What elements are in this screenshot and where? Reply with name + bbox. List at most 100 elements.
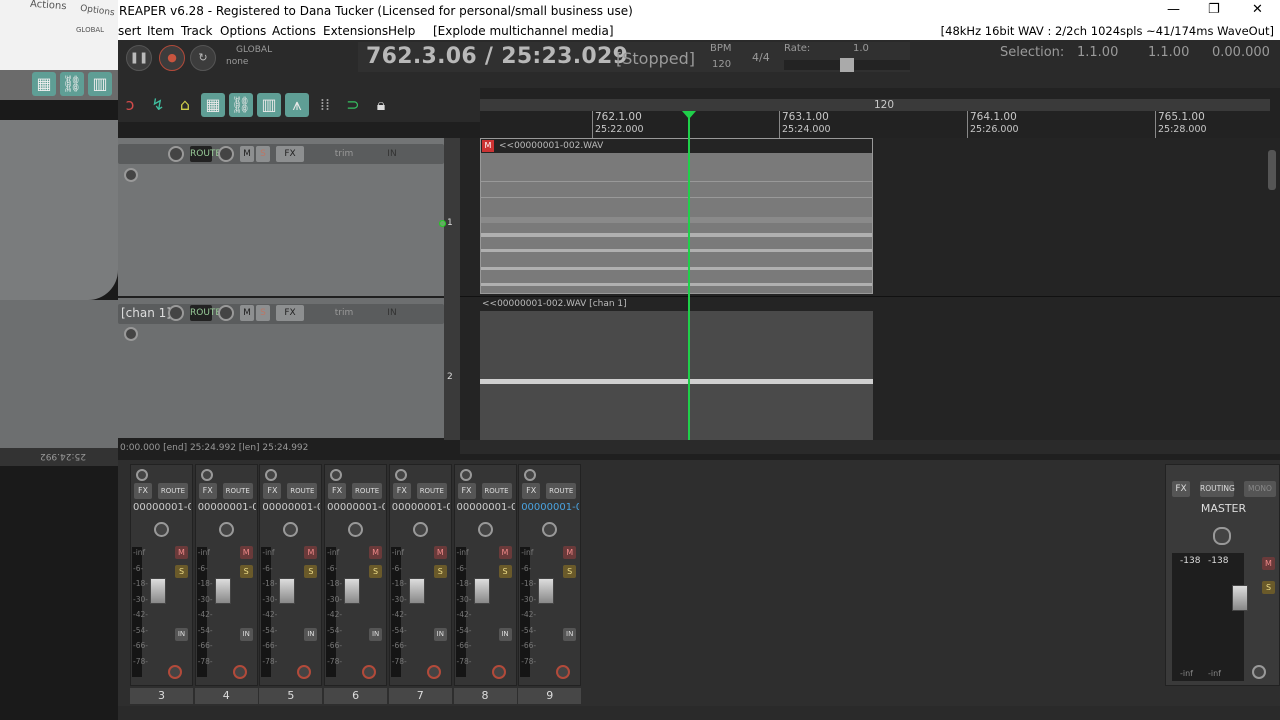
bpm-value[interactable]: 120: [712, 59, 731, 70]
solo-button[interactable]: S: [433, 565, 447, 578]
selection-end[interactable]: 1.1.00: [1148, 45, 1189, 60]
solo-button[interactable]: S: [498, 565, 512, 578]
master-solo-button[interactable]: S: [1262, 581, 1275, 594]
global-value[interactable]: none: [226, 57, 248, 67]
rate-slider-handle[interactable]: [840, 58, 854, 72]
power-icon[interactable]: [459, 469, 472, 481]
fx-button[interactable]: FX: [134, 483, 152, 499]
time-signature[interactable]: 4/4: [752, 51, 770, 64]
input-button[interactable]: IN: [370, 146, 414, 162]
route-button[interactable]: ROUTE: [352, 483, 383, 499]
minimize-button[interactable]: —: [1167, 2, 1180, 17]
menu-help[interactable]: Help: [388, 24, 415, 38]
strip-name[interactable]: 00000001-0: [198, 502, 256, 513]
track-2-expand-icon[interactable]: [124, 327, 138, 341]
link-icon[interactable]: ⛓: [229, 93, 253, 117]
fx-button[interactable]: FX: [276, 305, 304, 321]
trim-button[interactable]: trim: [326, 146, 362, 162]
track-2-name[interactable]: [chan 1]: [121, 306, 171, 320]
mute-button[interactable]: M: [304, 546, 318, 559]
master-pan-knob[interactable]: [1213, 527, 1231, 545]
selection-start[interactable]: 1.1.00: [1077, 45, 1118, 60]
horizontal-scrollbar[interactable]: [460, 440, 1280, 454]
fx-button[interactable]: FX: [457, 483, 476, 499]
repeat-button[interactable]: ↻: [190, 45, 216, 71]
route-button[interactable]: ROUTE: [546, 483, 577, 499]
menu-insert[interactable]: sert: [118, 24, 141, 38]
strip-name[interactable]: 00000001-0: [521, 502, 579, 513]
strip-name[interactable]: 00000001-0: [457, 502, 515, 513]
solo-button[interactable]: S: [304, 565, 318, 578]
mute-button[interactable]: M: [240, 305, 254, 321]
snap-grid-icon[interactable]: ▦: [201, 93, 225, 117]
maximize-button[interactable]: ❐: [1208, 2, 1220, 17]
route-button[interactable]: ROUTE: [190, 305, 221, 321]
mute-button[interactable]: M: [433, 546, 447, 559]
volume-knob[interactable]: [168, 146, 184, 162]
input-button[interactable]: IN: [498, 628, 512, 641]
close-button[interactable]: ✕: [1252, 2, 1263, 17]
volume-fader[interactable]: [279, 578, 296, 604]
master-fader[interactable]: [1232, 585, 1248, 611]
fx-button[interactable]: FX: [522, 483, 541, 499]
pan-knob[interactable]: [218, 305, 234, 321]
mute-indicator-icon[interactable]: M: [482, 140, 494, 152]
pan-knob[interactable]: [218, 146, 234, 162]
record-button[interactable]: ●: [159, 45, 185, 71]
input-button[interactable]: IN: [563, 628, 577, 641]
solo-button[interactable]: S: [256, 305, 270, 321]
volume-knob[interactable]: [168, 305, 184, 321]
menu-options[interactable]: Options: [220, 24, 266, 38]
mute-button[interactable]: M: [239, 546, 253, 559]
solo-button[interactable]: S: [563, 565, 577, 578]
input-button[interactable]: IN: [370, 305, 414, 321]
rate-value[interactable]: 1.0: [853, 43, 869, 54]
envelope-icon[interactable]: ↯: [146, 93, 170, 117]
menu-actions[interactable]: Actions: [272, 24, 316, 38]
crossfade-icon[interactable]: ⩚: [285, 93, 309, 117]
edit-cursor[interactable]: [688, 114, 690, 440]
media-item-1[interactable]: M <<00000001-002.WAV: [480, 138, 873, 294]
mixer-scrollbar[interactable]: [118, 706, 1280, 720]
selection-length[interactable]: 0.00.000: [1212, 45, 1270, 60]
position-readout[interactable]: 762.3.06 / 25:23.029: [366, 44, 628, 69]
media-item-2[interactable]: <<00000001-002.WAV [chan 1]: [480, 297, 873, 440]
master-fx-button[interactable]: FX: [1172, 481, 1190, 497]
master-mono-button[interactable]: MONO: [1244, 481, 1276, 497]
strip-name[interactable]: 00000001-0: [262, 502, 320, 513]
route-button[interactable]: ROUTE: [190, 146, 221, 162]
input-button[interactable]: IN: [304, 628, 318, 641]
menu-item[interactable]: Item: [147, 24, 174, 38]
fx-button[interactable]: FX: [392, 483, 411, 499]
pan-knob[interactable]: [412, 522, 428, 537]
mute-button[interactable]: M: [498, 546, 512, 559]
fx-button[interactable]: FX: [198, 483, 217, 499]
vertical-zoom-scroll[interactable]: [1268, 150, 1276, 190]
ripple-icon[interactable]: ↄ: [118, 93, 142, 117]
lock-icon[interactable]: 🔒︎: [369, 93, 393, 117]
record-arm-indicator[interactable]: [439, 220, 446, 227]
record-arm-icon[interactable]: [426, 665, 441, 679]
menu-extensions[interactable]: Extensions: [323, 24, 388, 38]
solo-button[interactable]: S: [239, 565, 253, 578]
master-routing-button[interactable]: ROUTING: [1200, 481, 1235, 497]
input-button[interactable]: IN: [433, 628, 447, 641]
route-button[interactable]: ROUTE: [158, 483, 188, 499]
mute-button[interactable]: M: [563, 546, 577, 559]
power-icon[interactable]: [394, 469, 407, 481]
track-1-expand-icon[interactable]: [124, 168, 138, 182]
volume-fader[interactable]: [538, 578, 555, 604]
input-button[interactable]: IN: [369, 628, 383, 641]
volume-fader[interactable]: [150, 578, 166, 604]
dots-icon[interactable]: ⁞⁞: [313, 93, 337, 117]
fx-button[interactable]: FX: [263, 483, 282, 499]
route-button[interactable]: ROUTE: [416, 483, 447, 499]
master-mute-button[interactable]: M: [1262, 557, 1275, 570]
trim-button[interactable]: trim: [326, 305, 362, 321]
track-scrollbar[interactable]: [444, 138, 460, 440]
power-icon[interactable]: [330, 469, 343, 481]
pan-knob[interactable]: [477, 522, 493, 537]
mute-button[interactable]: M: [175, 546, 188, 559]
menu-explode-multichannel[interactable]: [Explode multichannel media]: [433, 24, 614, 38]
fx-button[interactable]: FX: [276, 146, 304, 162]
